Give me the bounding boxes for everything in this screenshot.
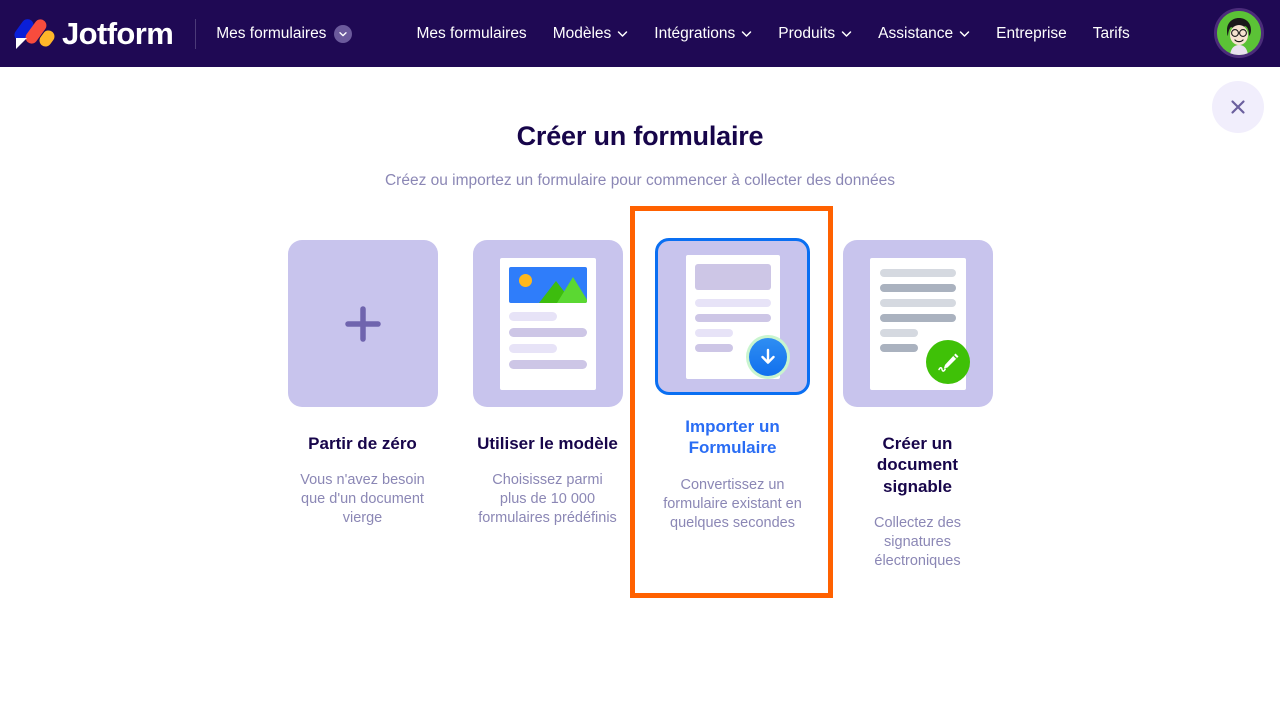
nav-item-mes-formulaires[interactable]: Mes formulaires	[416, 25, 526, 43]
document-sign-icon	[869, 257, 970, 390]
chevron-down-icon[interactable]	[334, 24, 353, 43]
chevron-down-icon	[617, 25, 628, 43]
card-thumbnail	[842, 240, 993, 407]
download-badge	[745, 334, 790, 379]
card-title: Créer un document signable	[876, 434, 959, 496]
mountain-icon	[556, 276, 587, 303]
chevron-down-icon	[841, 25, 852, 43]
card-description: Choisissez parmi plus de 10 000 formulai…	[478, 472, 617, 527]
download-arrow-icon	[760, 348, 775, 364]
nav-label: Modèles	[552, 24, 612, 42]
option-card-import-form[interactable]: Importer un Formulaire Convertissez un f…	[640, 238, 825, 571]
nav-item-assistance[interactable]: Assistance	[878, 25, 970, 43]
nav-label: Mes formulaires	[416, 24, 527, 42]
card-description: Collectez des signatures électroniques	[873, 515, 962, 569]
pen-signature-icon	[937, 353, 958, 372]
image-placeholder-icon	[508, 266, 587, 303]
card-description: Vous n'avez besoin que d'un document vie…	[300, 472, 425, 527]
card-description: Convertissez un formulaire existant en q…	[663, 476, 802, 531]
page-subtitle: Créez ou importez un formulaire pour com…	[384, 172, 896, 189]
card-thumbnail	[655, 238, 810, 395]
sun-icon	[518, 273, 532, 287]
create-form-options: Partir de zéro Vous n'avez besoin que d'…	[0, 238, 1280, 571]
chevron-down-icon	[741, 25, 752, 43]
card-thumbnail	[472, 240, 623, 407]
option-card-use-template[interactable]: Utiliser le modèle Choisissez parmi plus…	[455, 240, 640, 571]
page-title: Créer un formulaire	[516, 121, 764, 151]
nav-item-produits[interactable]: Produits	[778, 25, 852, 43]
nav-item-entreprise[interactable]: Entreprise	[996, 25, 1067, 43]
card-title: Partir de zéro	[308, 434, 417, 453]
nav-label: Assistance	[878, 24, 954, 42]
avatar[interactable]	[1214, 8, 1264, 58]
chevron-down-icon	[959, 25, 970, 43]
card-thumbnail	[287, 240, 438, 407]
nav-item-tarifs[interactable]: Tarifs	[1093, 25, 1130, 43]
nav-label: Produits	[778, 24, 836, 42]
plus-icon	[344, 305, 381, 342]
card-title: Utiliser le modèle	[477, 434, 618, 453]
option-card-start-from-scratch[interactable]: Partir de zéro Vous n'avez besoin que d'…	[270, 240, 455, 571]
document-header-block	[694, 263, 771, 290]
close-icon	[1231, 100, 1245, 114]
nav-label: Tarifs	[1092, 24, 1130, 42]
nav-label: Entreprise	[996, 24, 1067, 42]
workspace-selector[interactable]: Mes formulaires	[216, 24, 353, 43]
user-avatar-icon	[1217, 11, 1261, 55]
header-divider	[195, 18, 197, 49]
logo-text: Jotform	[62, 15, 174, 51]
signature-badge	[925, 339, 970, 384]
workspace-label: Mes formulaires	[216, 24, 327, 42]
document-download-icon	[685, 254, 790, 379]
option-card-create-signable-document[interactable]: Créer un document signable Collectez des…	[825, 240, 1010, 571]
nav-item-integrations[interactable]: Intégrations	[654, 25, 752, 43]
nav-label: Intégrations	[654, 24, 736, 42]
nav-item-modeles[interactable]: Modèles	[553, 25, 629, 43]
document-with-image-icon	[499, 257, 596, 390]
card-title: Importer un Formulaire	[685, 417, 780, 458]
app-header: Jotform Mes formulaires Mes formulaires …	[0, 0, 1280, 67]
jotform-logo-icon	[12, 16, 57, 52]
jotform-logo[interactable]: Jotform	[12, 15, 174, 52]
main-nav: Mes formulaires Modèles Intégrations Pro…	[416, 25, 1129, 43]
